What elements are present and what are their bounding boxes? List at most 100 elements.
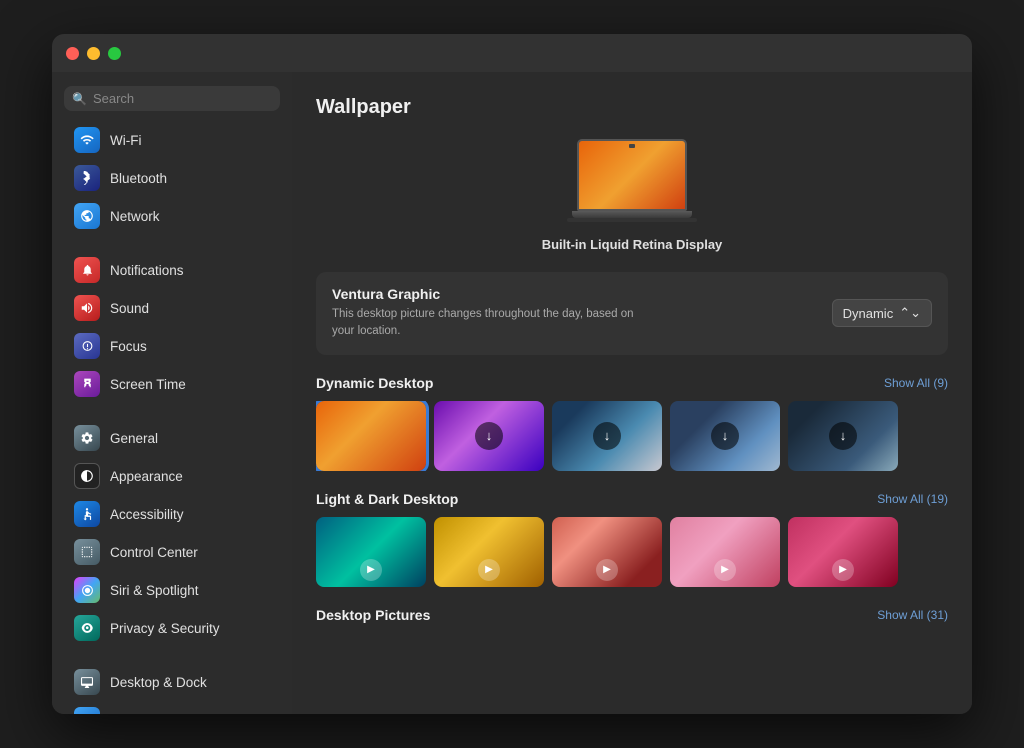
sidebar-item-appearance[interactable]: Appearance [58, 457, 286, 495]
controlcenter-icon [74, 539, 100, 565]
page-title: Wallpaper [316, 96, 948, 119]
window-content: 🔍 Wi-Fi [52, 72, 972, 714]
sidebar-item-desktop[interactable]: Desktop & Dock [58, 663, 286, 701]
sidebar: 🔍 Wi-Fi [52, 72, 292, 714]
sidebar-item-label: Siri & Spotlight [110, 583, 199, 598]
wallpaper-thumb-catalina2[interactable]: ↓ [670, 401, 780, 471]
wallpaper-style-selector[interactable]: Dynamic ⌃⌄ [832, 299, 932, 327]
network-icon [74, 203, 100, 229]
minimize-button[interactable] [87, 47, 100, 60]
close-button[interactable] [66, 47, 79, 60]
sidebar-group-preferences: General Appearance [52, 419, 292, 647]
wallpaper-info-left: Ventura Graphic This desktop picture cha… [332, 286, 652, 341]
sound-icon [74, 295, 100, 321]
appearance-icon [74, 463, 100, 489]
sidebar-item-label: Sound [110, 301, 149, 316]
sidebar-item-label: Network [110, 209, 160, 224]
sidebar-item-wifi[interactable]: Wi-Fi [58, 121, 286, 159]
display-name-label: Built-in Liquid Retina Display [542, 237, 723, 252]
sidebar-item-displays[interactable]: Displays [58, 701, 286, 714]
display-preview: Built-in Liquid Retina Display [316, 139, 948, 252]
sidebar-item-screentime[interactable]: Screen Time [58, 365, 286, 403]
macbook-graphic [567, 139, 697, 229]
wallpaper-info-card: Ventura Graphic This desktop picture cha… [316, 272, 948, 355]
macbook-bottom [567, 218, 697, 222]
wallpaper-thumb-purple[interactable]: ↓ [434, 401, 544, 471]
focus-icon [74, 333, 100, 359]
play-icon: ▶ [478, 559, 500, 581]
light-dark-grid: ▶ ▶ ▶ ▶ ▶ [316, 517, 948, 587]
wallpaper-thumb-extra[interactable]: ↓ [788, 401, 898, 471]
play-icon: ▶ [714, 559, 736, 581]
wallpaper-style-label: Dynamic [843, 306, 894, 321]
download-icon: ↓ [829, 422, 857, 450]
light-dark-show-all[interactable]: Show All (19) [877, 492, 948, 506]
sidebar-item-label: Bluetooth [110, 171, 167, 186]
download-icon: ↓ [593, 422, 621, 450]
sidebar-item-general[interactable]: General [58, 419, 286, 457]
privacy-icon [74, 615, 100, 641]
wallpaper-thumb-ventura[interactable] [316, 401, 426, 471]
dynamic-desktop-grid: ↓ ↓ ↓ ↓ [316, 401, 948, 471]
macbook-base [572, 211, 692, 218]
main-content: Wallpaper Built-in Liquid Retina Display… [292, 72, 972, 714]
accessibility-icon [74, 501, 100, 527]
sidebar-item-siri[interactable]: Siri & Spotlight [58, 571, 286, 609]
play-icon: ▶ [596, 559, 618, 581]
search-input[interactable] [93, 91, 272, 106]
dynamic-desktop-header: Dynamic Desktop Show All (9) [316, 375, 948, 391]
sidebar-item-label: Control Center [110, 545, 198, 560]
search-icon: 🔍 [72, 92, 87, 106]
displays-icon [74, 707, 100, 714]
download-icon: ↓ [475, 422, 503, 450]
wallpaper-thumb-ld2[interactable]: ▶ [434, 517, 544, 587]
dynamic-desktop-show-all[interactable]: Show All (9) [884, 376, 948, 390]
desktop-pictures-show-all[interactable]: Show All (31) [877, 608, 948, 622]
wallpaper-description: This desktop picture changes throughout … [332, 306, 652, 341]
sidebar-item-label: Wi-Fi [110, 133, 141, 148]
wallpaper-thumb-ld1[interactable]: ▶ [316, 517, 426, 587]
bluetooth-icon [74, 165, 100, 191]
wallpaper-thumb-ld3[interactable]: ▶ [552, 517, 662, 587]
chevron-updown-icon: ⌃⌄ [899, 305, 921, 321]
macbook-screen [577, 139, 687, 211]
play-icon: ▶ [832, 559, 854, 581]
sidebar-item-accessibility[interactable]: Accessibility [58, 495, 286, 533]
sidebar-item-label: Screen Time [110, 377, 186, 392]
desktop-pictures-header: Desktop Pictures Show All (31) [316, 607, 948, 623]
wifi-icon [74, 127, 100, 153]
sidebar-item-label: Accessibility [110, 507, 184, 522]
wallpaper-thumb-ld5[interactable]: ▶ [788, 517, 898, 587]
titlebar [52, 34, 972, 72]
sidebar-group-system: Notifications Sound [52, 251, 292, 403]
sidebar-group-network: Wi-Fi Bluetooth Ne [52, 121, 292, 235]
wallpaper-thumb-catalina[interactable]: ↓ [552, 401, 662, 471]
download-icon: ↓ [711, 422, 739, 450]
wallpaper-thumb-ld4[interactable]: ▶ [670, 517, 780, 587]
desktop-icon [74, 669, 100, 695]
sidebar-item-label: Desktop & Dock [110, 675, 207, 690]
wallpaper-name: Ventura Graphic [332, 286, 652, 302]
play-icon: ▶ [360, 559, 382, 581]
sidebar-item-bluetooth[interactable]: Bluetooth [58, 159, 286, 197]
sidebar-item-privacy[interactable]: Privacy & Security [58, 609, 286, 647]
sidebar-item-sound[interactable]: Sound [58, 289, 286, 327]
light-dark-header: Light & Dark Desktop Show All (19) [316, 491, 948, 507]
sidebar-item-label: Appearance [110, 469, 183, 484]
sidebar-item-focus[interactable]: Focus [58, 327, 286, 365]
sidebar-group-display: Desktop & Dock Displays [52, 663, 292, 714]
sidebar-item-label: Displays [110, 713, 161, 715]
light-dark-title: Light & Dark Desktop [316, 491, 458, 507]
sidebar-item-notifications[interactable]: Notifications [58, 251, 286, 289]
sidebar-item-network[interactable]: Network [58, 197, 286, 235]
search-box[interactable]: 🔍 [64, 86, 280, 111]
general-icon [74, 425, 100, 451]
dynamic-desktop-title: Dynamic Desktop [316, 375, 433, 391]
sidebar-item-label: General [110, 431, 158, 446]
sidebar-item-controlcenter[interactable]: Control Center [58, 533, 286, 571]
traffic-lights [66, 47, 121, 60]
desktop-pictures-title: Desktop Pictures [316, 607, 430, 623]
maximize-button[interactable] [108, 47, 121, 60]
siri-icon [74, 577, 100, 603]
system-preferences-window: 🔍 Wi-Fi [52, 34, 972, 714]
